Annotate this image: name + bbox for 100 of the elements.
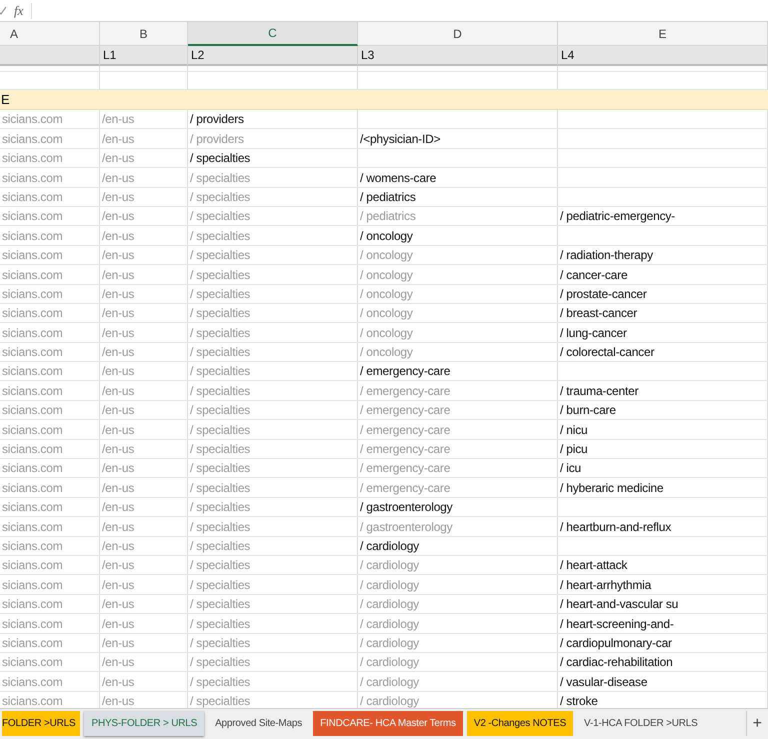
table-cell: /en-us [100, 323, 188, 343]
table-cell: sicians.com [0, 420, 100, 440]
table-cell: / picu [558, 440, 768, 460]
table-cell: / oncology [358, 246, 558, 266]
table-cell: sicians.com [0, 478, 100, 498]
table-cell: / hyberaric medicine [558, 478, 768, 498]
table-cell: / specialties [188, 284, 358, 304]
table-cell: / lung-cancer [558, 323, 768, 343]
table-cell: / cardiology [358, 634, 558, 653]
table-cell: / womens-care [358, 168, 558, 188]
table-cell: / pediatrics [358, 188, 558, 207]
table-cell: / nicu [558, 420, 768, 440]
table-cell: sicians.com [0, 634, 100, 653]
section-row: E [0, 90, 768, 110]
table-cell: sicians.com [0, 246, 100, 266]
table-cell: sicians.com [0, 459, 100, 478]
column-header[interactable]: A [0, 22, 100, 46]
table-cell: / heartburn-and-reflux [558, 517, 768, 537]
table-cell: sicians.com [0, 672, 100, 692]
table-cell: /en-us [100, 381, 188, 401]
table-cell: / specialties [188, 498, 358, 518]
table-cell: / pediatrics [358, 206, 558, 226]
sheet-tab[interactable]: V-1-HCA FOLDER >URLS [577, 711, 705, 736]
table-cell: / specialties [188, 304, 358, 324]
table-cell: / emergency-care [358, 400, 558, 420]
column-header[interactable]: C [188, 22, 358, 46]
sheet-tab[interactable]: PHYS-FOLDER > URLS [84, 711, 204, 736]
table-cell: / vasular-disease [558, 672, 768, 692]
table-cell: sicians.com [0, 381, 100, 401]
formula-bar[interactable]: fx [0, 0, 768, 22]
table-cell: /<physician-ID> [358, 129, 558, 149]
table-cell: / heart-and-vascular su [558, 594, 768, 614]
table-cell: / specialties [188, 614, 358, 634]
table-cell: sicians.com [0, 168, 100, 188]
table-cell: / cardiopulmonary-car [558, 634, 768, 653]
table-cell: sicians.com [0, 614, 100, 634]
table-cell: sicians.com [0, 594, 100, 614]
table-cell: / providers [188, 110, 358, 130]
table-cell: / specialties [188, 440, 358, 460]
table-cell: /en-us [100, 342, 188, 362]
table-cell: sicians.com [0, 304, 100, 324]
table-cell: / cardiology [358, 652, 558, 672]
table-cell: / specialties [188, 206, 358, 226]
table-cell: / emergency-care [358, 440, 558, 460]
table-cell: sicians.com [0, 226, 100, 246]
table-cell: / cardiology [358, 594, 558, 614]
table-cell: / heart-attack [558, 556, 768, 576]
table-cell: / specialties [188, 672, 358, 692]
table-cell: sicians.com [0, 536, 100, 556]
table-cell: /en-us [100, 652, 188, 672]
column-header[interactable]: D [358, 22, 558, 46]
table-cell: / specialties [188, 226, 358, 246]
table-cell: sicians.com [0, 400, 100, 420]
header-cell: L3 [358, 46, 558, 66]
table-cell: sicians.com [0, 188, 100, 207]
table-cell: / specialties [188, 536, 358, 556]
table-cell: sicians.com [0, 342, 100, 362]
table-cell: sicians.com [0, 498, 100, 518]
table-cell: /en-us [100, 634, 188, 653]
table-cell: / emergency-care [358, 420, 558, 440]
table-cell: sicians.com [0, 323, 100, 343]
table-cell: /en-us [100, 420, 188, 440]
sheet-tab[interactable]: V2 -Changes NOTES [466, 711, 574, 736]
table-cell: / specialties [188, 478, 358, 498]
function-label[interactable]: fx [14, 2, 32, 18]
table-cell: /en-us [100, 110, 188, 130]
table-cell: /en-us [100, 575, 188, 595]
table-cell: / specialties [188, 575, 358, 595]
sheet-tab[interactable]: FOLDER >URLS [2, 711, 80, 736]
table-cell: / cardiology [358, 575, 558, 595]
add-sheet-button[interactable]: + [746, 711, 768, 736]
column-header[interactable]: E [558, 22, 768, 46]
table-cell: /en-us [100, 129, 188, 149]
check-icon[interactable] [0, 6, 6, 16]
table-cell: /en-us [100, 440, 188, 460]
header-cell: L4 [558, 46, 768, 66]
table-cell: / oncology [358, 342, 558, 362]
table-cell: / specialties [188, 556, 358, 576]
table-cell: /en-us [100, 148, 188, 168]
table-cell: / cardiac-rehabilitation [558, 652, 768, 672]
table-cell: / oncology [358, 323, 558, 343]
table-cell: / oncology [358, 304, 558, 324]
table-cell: / oncology [358, 226, 558, 246]
table-cell: / specialties [188, 246, 358, 266]
table-cell: /en-us [100, 226, 188, 246]
sheet-tab[interactable]: FINDCARE- HCA Master Terms [313, 711, 463, 736]
table-cell: / breast-cancer [558, 304, 768, 324]
table-cell: / heart-screening-and- [558, 614, 768, 634]
table-cell: /en-us [100, 536, 188, 556]
table-cell: /en-us [100, 498, 188, 518]
table-cell: sicians.com [0, 148, 100, 168]
sheet-tab[interactable]: Approved Site-Maps [208, 711, 310, 736]
table-cell: / colorectal-cancer [558, 342, 768, 362]
table-cell: / specialties [188, 634, 358, 653]
table-cell: / specialties [188, 459, 358, 478]
table-cell: / heart-arrhythmia [558, 575, 768, 595]
header-cell: L2 [188, 46, 358, 66]
table-cell: /en-us [100, 672, 188, 692]
table-cell: / pediatric-emergency- [558, 206, 768, 226]
column-header[interactable]: B [100, 22, 188, 46]
